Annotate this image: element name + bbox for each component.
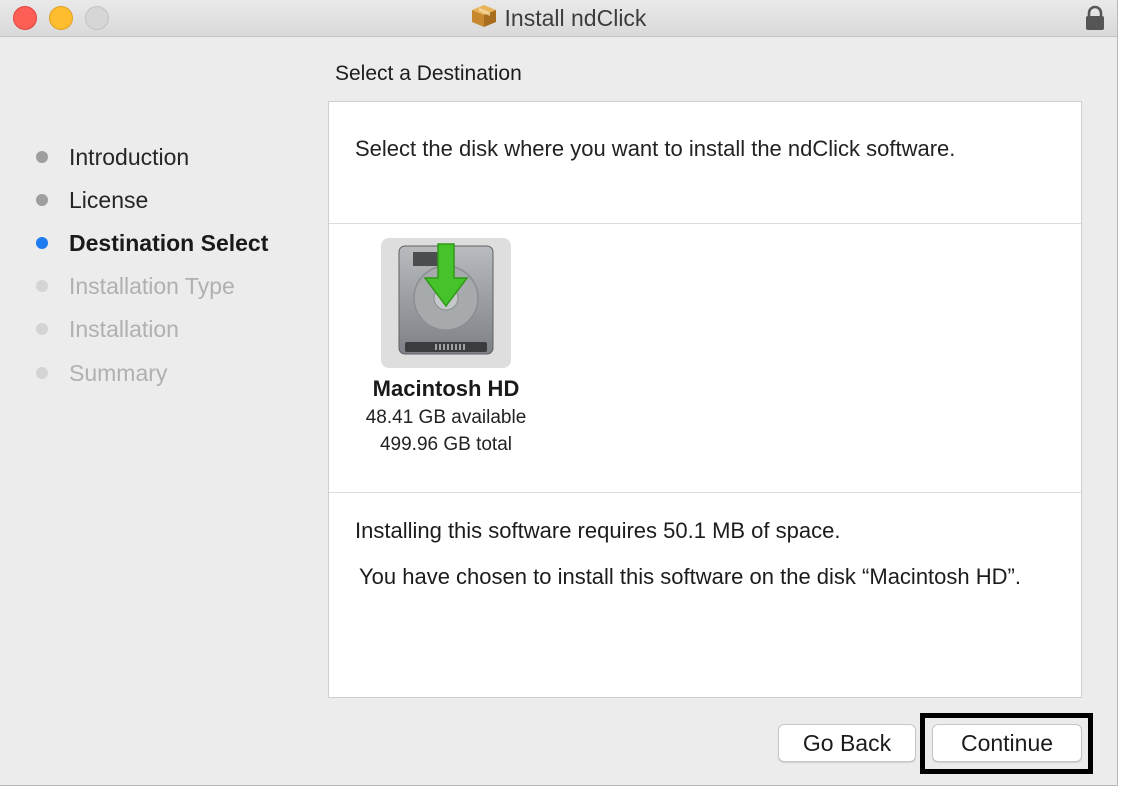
divider — [329, 492, 1081, 493]
step-destination-select: Destination Select — [36, 228, 268, 258]
divider — [329, 223, 1081, 224]
step-introduction: Introduction — [36, 142, 189, 172]
step-dot — [36, 151, 48, 163]
step-label: Destination Select — [69, 229, 269, 256]
step-installation-type: Installation Type — [36, 271, 235, 301]
lock-icon — [1085, 5, 1105, 36]
step-label: Introduction — [69, 143, 190, 170]
step-installation: Installation — [36, 314, 179, 344]
space-required-text: Installing this software requires 50.1 M… — [355, 518, 841, 543]
step-dot — [36, 194, 48, 206]
disk-available: 48.41 GB available — [365, 407, 527, 428]
step-license: License — [36, 185, 148, 215]
installer-window: Install ndClick Introduction License Des… — [0, 0, 1118, 786]
disk-option-macintosh-hd[interactable] — [381, 238, 511, 368]
disk-total: 499.96 GB total — [379, 434, 513, 455]
hard-disk-icon — [398, 243, 494, 355]
step-label: Installation Type — [69, 272, 235, 299]
go-back-button[interactable]: Go Back — [778, 724, 916, 762]
step-label: License — [69, 186, 149, 213]
chosen-disk-text: You have chosen to install this software… — [359, 564, 1021, 589]
destination-panel: Select the disk where you want to instal… — [328, 101, 1082, 698]
intro-text: Select the disk where you want to instal… — [355, 136, 956, 161]
step-label: Summary — [69, 359, 168, 386]
step-dot — [36, 280, 48, 292]
step-dot — [36, 323, 48, 335]
package-icon — [471, 4, 497, 33]
window-title: Install ndClick — [504, 4, 647, 31]
title-bar[interactable]: Install ndClick — [0, 0, 1117, 37]
continue-button[interactable]: Continue — [932, 724, 1082, 762]
step-dot — [36, 367, 48, 379]
page-title: Select a Destination — [335, 62, 522, 85]
step-summary: Summary — [36, 358, 167, 388]
step-dot — [36, 237, 48, 249]
step-label: Installation — [69, 315, 179, 342]
disk-name: Macintosh HD — [372, 376, 520, 401]
